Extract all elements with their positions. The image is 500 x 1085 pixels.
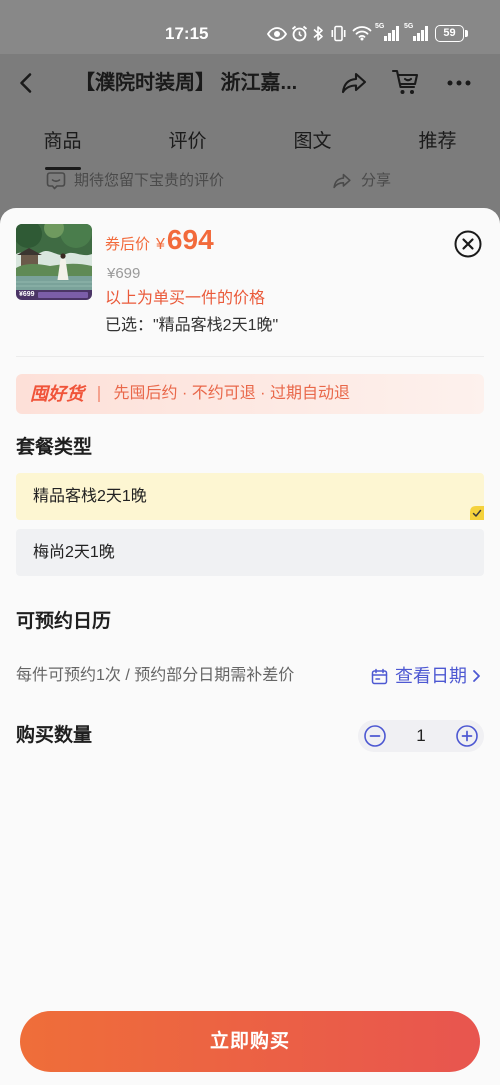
price-value: 694 [166,224,214,255]
package-option-label: 梅尚2天1晚 [33,543,115,561]
signal-icon: 5G [404,23,430,42]
divider [16,356,484,357]
battery-nub [465,30,468,37]
share-label[interactable]: 分享 [361,170,391,192]
page-title: 【濮院时装周】 浙江嘉... [75,72,298,94]
network-type-label: 5G [375,23,385,30]
quantity-stepper: 1 [358,720,484,752]
sku-sheet: ¥699 券后价 ¥ 694 ¥699 以上为单买一件的价格 已选："精品客栈2… [0,208,500,1085]
price-label: 券后价 [105,236,151,253]
vibrate-icon [330,25,347,42]
price-row: 券后价 ¥ 694 [105,222,214,258]
package-option-label: 精品客栈2天1晚 [33,487,147,505]
service-banner: 囤好货 先囤后约 · 不约可退 · 过期自动退 [16,374,484,414]
selected-sku: 已选："精品客栈2天1晚" [105,317,279,334]
alarm-icon [291,25,308,42]
share-icon[interactable] [340,69,368,97]
battery-level: 59 [435,25,464,42]
tab-recommend[interactable]: 推荐 [375,128,500,172]
back-arrow-icon[interactable] [14,71,38,95]
comment-icon [46,171,66,191]
product-thumbnail[interactable]: ¥699 [16,224,92,300]
banner-divider [98,386,100,402]
close-icon [454,230,482,258]
tab-label: 评价 [168,131,207,152]
status-bar: 17:15 5G 5G 59 [0,0,500,54]
check-icon [470,506,484,520]
eye-icon [267,27,287,41]
cart-icon[interactable] [391,67,421,97]
tab-label: 推荐 [418,131,457,152]
buy-now-label: 立即购买 [209,1030,290,1052]
price-currency: ¥ [156,236,165,253]
battery-icon: 59 [435,25,468,42]
thumbnail-price: ¥699 [19,291,35,298]
status-time: 17:15 [165,24,209,43]
plus-circle-icon[interactable] [456,725,478,747]
calendar-title: 可预约日历 [16,611,112,632]
tab-bar: 商品 评价 图文 推荐 [0,128,500,172]
view-dates-link[interactable]: 查看日期 [371,663,481,689]
more-icon[interactable] [446,76,472,90]
calendar-note: 每件可预约1次 / 预约部分日期需补差价 [16,667,295,684]
banner-text: 先囤后约 · 不约可退 · 过期自动退 [113,385,350,402]
tab-product[interactable]: 商品 [0,128,125,172]
signal-icon: 5G [375,23,401,42]
close-button[interactable] [454,230,482,258]
buy-now-button[interactable]: 立即购买 [20,1011,480,1072]
minus-circle-icon[interactable] [364,725,386,747]
wifi-icon [352,25,372,41]
review-prompt[interactable]: 期待您留下宝贵的评价 [74,170,224,192]
tab-details[interactable]: 图文 [250,128,375,172]
network-type-label: 5G [404,23,414,30]
tab-label: 商品 [43,131,82,152]
package-option[interactable]: 精品客栈2天1晚 [16,473,484,520]
package-option[interactable]: 梅尚2天1晚 [16,529,484,576]
quantity-value[interactable]: 1 [400,720,442,752]
chevron-right-icon [473,670,480,682]
share-icon[interactable] [332,171,352,191]
original-price: ¥699 [107,265,141,282]
tab-label: 图文 [293,131,332,152]
quantity-title: 购买数量 [16,725,93,746]
price-note: 以上为单买一件的价格 [105,290,266,307]
banner-logo: 囤好货 [30,384,84,404]
tab-reviews[interactable]: 评价 [125,128,250,172]
calendar-icon [371,668,388,684]
view-dates-label: 查看日期 [395,666,467,686]
bluetooth-icon [313,25,323,42]
package-type-title: 套餐类型 [16,437,93,458]
